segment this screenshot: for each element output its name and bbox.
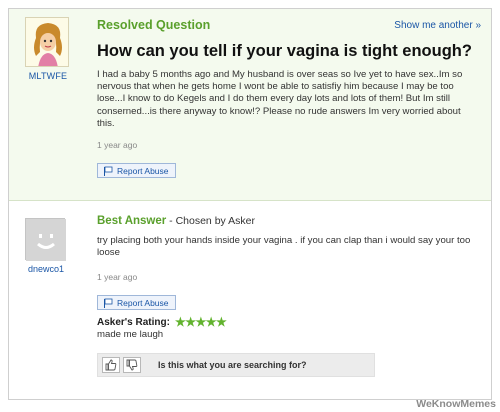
askers-rating: Asker's Rating: ★★★★★ bbox=[97, 315, 227, 329]
thumbs-down-icon bbox=[126, 359, 138, 371]
flag-icon bbox=[103, 298, 113, 308]
question-body: I had a baby 5 months ago and My husband… bbox=[97, 69, 463, 129]
cartoon-girl-avatar-icon bbox=[26, 18, 68, 66]
smiley-avatar-icon bbox=[26, 219, 66, 261]
question-timestamp: 1 year ago bbox=[97, 140, 138, 150]
thumbs-up-icon bbox=[105, 359, 117, 371]
report-abuse-label: Report Abuse bbox=[117, 165, 169, 176]
best-answer-header: Best Answer - Chosen by Asker bbox=[97, 215, 255, 227]
answer-timestamp: 1 year ago bbox=[97, 272, 138, 282]
show-another-link[interactable]: Show me another » bbox=[394, 20, 481, 31]
search-feedback-bar: Is this what you are searching for? bbox=[97, 353, 375, 377]
answer-report-abuse-button[interactable]: Report Abuse bbox=[97, 295, 176, 310]
question-title: How can you tell if your vagina is tight… bbox=[97, 42, 472, 60]
rating-comment: made me laugh bbox=[97, 329, 164, 340]
flag-icon bbox=[103, 166, 113, 176]
answer-page-frame: MLTWFE Resolved Question Show me another… bbox=[8, 8, 492, 400]
answer-body: try placing both your hands inside your … bbox=[97, 235, 471, 259]
watermark: WeKnowMemes bbox=[416, 398, 496, 410]
rating-stars: ★★★★★ bbox=[174, 315, 227, 329]
report-abuse-label: Report Abuse bbox=[117, 297, 169, 308]
question-report-abuse-button[interactable]: Report Abuse bbox=[97, 163, 176, 178]
answerer-avatar[interactable] bbox=[25, 218, 66, 261]
best-answer-section: dnewco1 Best Answer - Chosen by Asker tr… bbox=[9, 202, 491, 399]
asker-avatar[interactable] bbox=[25, 17, 69, 67]
answerer-username[interactable]: dnewco1 bbox=[21, 264, 71, 274]
chosen-by-label: - Chosen by Asker bbox=[166, 215, 255, 227]
rating-label: Asker's Rating: bbox=[97, 316, 170, 328]
resolved-question-label: Resolved Question bbox=[97, 18, 211, 32]
best-answer-label: Best Answer bbox=[97, 215, 167, 227]
thumbs-up-button[interactable] bbox=[102, 357, 120, 373]
question-section: MLTWFE Resolved Question Show me another… bbox=[9, 9, 491, 201]
feedback-question: Is this what you are searching for? bbox=[158, 360, 307, 370]
thumbs-down-button[interactable] bbox=[123, 357, 141, 373]
asker-username[interactable]: MLTWFE bbox=[21, 71, 75, 81]
